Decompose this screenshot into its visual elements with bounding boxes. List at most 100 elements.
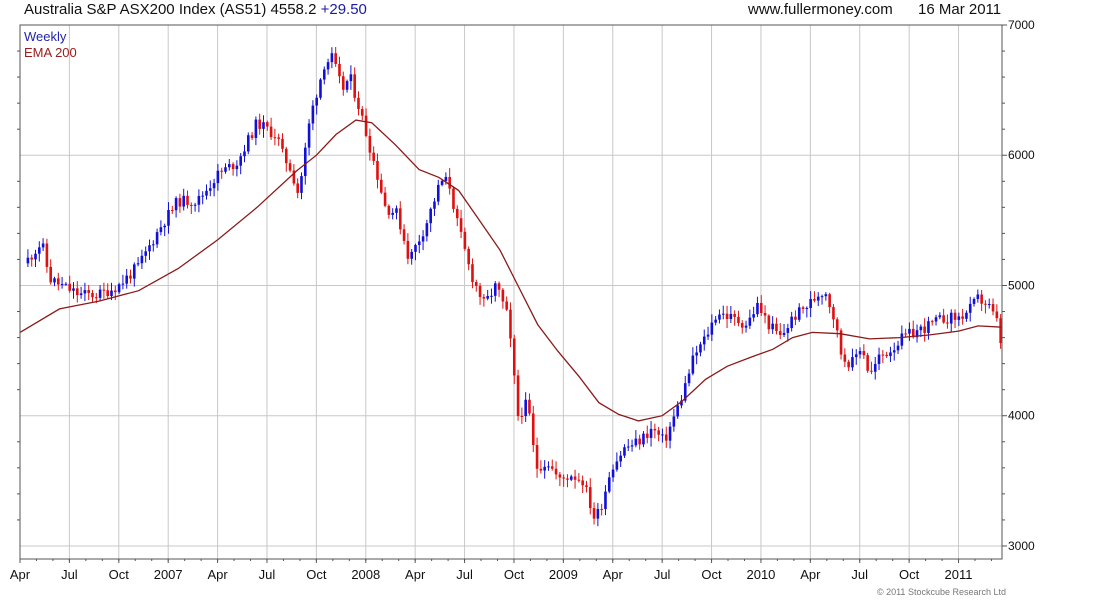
candle-body xyxy=(885,354,888,357)
candle-body xyxy=(79,293,83,296)
candle-body xyxy=(729,313,733,320)
candle-body xyxy=(619,455,622,462)
candle-body xyxy=(820,296,824,298)
candle-body xyxy=(611,469,615,478)
candle-body xyxy=(376,160,379,180)
candle-body xyxy=(357,97,360,110)
candle-body xyxy=(900,333,904,346)
candle-body xyxy=(710,322,714,335)
candle-body xyxy=(630,445,634,447)
candle-body xyxy=(528,399,531,414)
candle-body xyxy=(471,264,474,283)
candle-body xyxy=(638,438,641,445)
candle-body xyxy=(976,294,980,300)
candle-body xyxy=(714,319,717,323)
candle-body xyxy=(763,313,767,316)
candle-body xyxy=(57,278,60,285)
candle-body xyxy=(607,477,611,492)
candle-body xyxy=(740,323,744,328)
candle-body xyxy=(782,332,786,335)
candle-body xyxy=(391,212,394,215)
candle-body xyxy=(984,303,987,305)
candle-body xyxy=(311,105,315,124)
candle-body xyxy=(208,188,212,191)
candle-body xyxy=(923,326,926,333)
candle-body xyxy=(269,126,273,138)
candle-body xyxy=(75,288,79,296)
price-chart: 3000 4000 5000 6000 7000 Apr Jul Oct 2007 Apr Jul O… xyxy=(10,18,1035,582)
candle-body xyxy=(189,204,193,206)
candle-body xyxy=(91,292,94,298)
candle-body xyxy=(239,156,242,166)
candle-body xyxy=(645,433,649,438)
candle-body xyxy=(824,294,828,297)
candle-body xyxy=(87,290,90,293)
candle-body xyxy=(794,316,797,320)
candle-body xyxy=(250,135,254,138)
candle-body xyxy=(790,316,793,329)
candle-body xyxy=(995,311,999,319)
candle-body xyxy=(695,352,698,356)
candle-body xyxy=(262,122,265,129)
candle-body xyxy=(805,307,809,309)
candle-body xyxy=(486,295,489,299)
candle-body xyxy=(539,468,543,471)
candle-body xyxy=(220,170,223,172)
candle-body xyxy=(490,295,493,297)
legend: Weekly EMA 200 xyxy=(24,29,77,61)
candle-body xyxy=(501,289,505,302)
candle-body xyxy=(748,317,752,326)
candle-body xyxy=(767,315,771,330)
candle-body xyxy=(395,208,398,213)
x-tick-label: Jul xyxy=(456,567,473,582)
candle-body xyxy=(550,466,554,469)
candle-body xyxy=(535,445,539,469)
candle-body xyxy=(569,476,573,480)
candle-body xyxy=(452,188,455,209)
candle-body xyxy=(113,290,117,293)
candle-body xyxy=(349,74,353,82)
candle-body xyxy=(752,314,755,318)
candle-body xyxy=(623,447,626,456)
candle-body xyxy=(835,319,839,331)
candle-body xyxy=(379,179,383,193)
candle-body xyxy=(718,314,721,320)
candle-body xyxy=(163,225,166,228)
candle-body xyxy=(125,275,128,284)
candle-body xyxy=(733,313,736,317)
candle-body xyxy=(980,294,983,304)
x-tick-label: Oct xyxy=(701,567,722,582)
candle-body xyxy=(524,399,527,416)
candle-body xyxy=(106,290,109,297)
candle-body xyxy=(38,247,41,254)
candle-body xyxy=(474,282,478,286)
candle-body xyxy=(691,355,695,374)
chart-root: Australia S&P ASX200 Index (AS51) 4558.2… xyxy=(0,0,1100,600)
candle-body xyxy=(440,180,444,185)
candle-body xyxy=(828,294,831,308)
candle-body xyxy=(991,304,995,312)
candle-body xyxy=(26,257,30,264)
candle-body xyxy=(778,331,782,335)
candle-body xyxy=(45,243,49,267)
candle-body xyxy=(676,405,679,417)
candle-body xyxy=(866,355,869,371)
candle-body xyxy=(387,205,391,215)
candle-body xyxy=(49,266,53,283)
candle-body xyxy=(775,323,778,332)
candle-body xyxy=(402,229,406,241)
x-tick-label: Jul xyxy=(654,567,671,582)
candle-body xyxy=(653,428,657,431)
candle-body xyxy=(83,290,87,294)
candle-body xyxy=(668,426,672,441)
legend-ema: EMA 200 xyxy=(24,45,77,60)
candle-body xyxy=(53,278,56,283)
candle-body xyxy=(414,245,417,252)
candle-body xyxy=(604,491,607,510)
candle-body xyxy=(786,328,790,333)
candle-body xyxy=(60,283,64,285)
candle-body xyxy=(881,354,885,356)
candle-body xyxy=(938,315,942,318)
candle-body xyxy=(908,328,911,334)
candle-body xyxy=(444,176,448,181)
